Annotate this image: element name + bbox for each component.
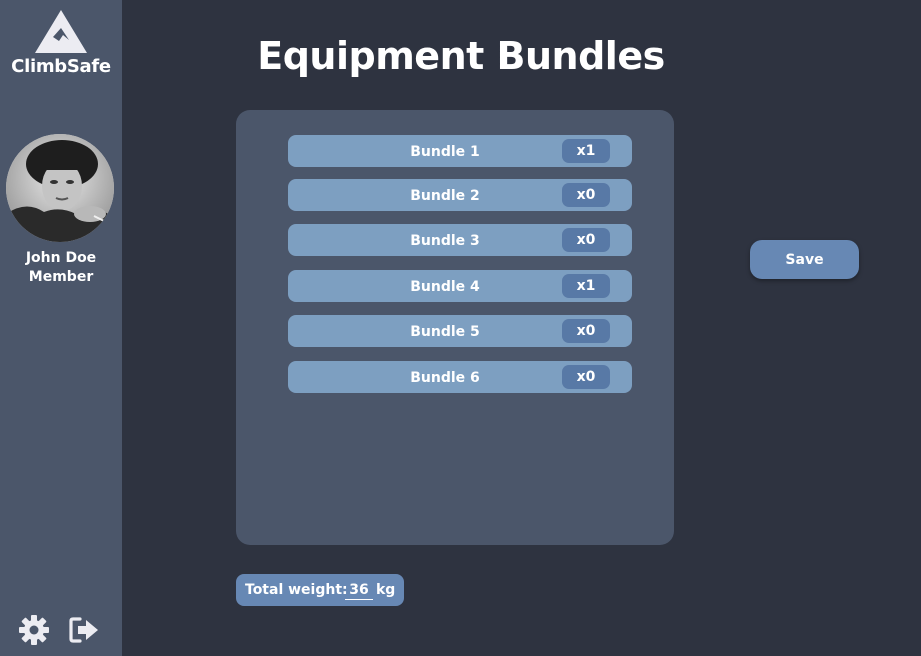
bundle-row[interactable]: Bundle 5 x0: [288, 315, 632, 347]
total-weight-value: 36: [349, 582, 369, 598]
gear-icon: [19, 615, 49, 645]
bundle-row[interactable]: Bundle 4 x1: [288, 270, 632, 302]
bundle-quantity-badge[interactable]: x1: [562, 139, 610, 163]
bundle-quantity-badge[interactable]: x0: [562, 228, 610, 252]
bundle-label: Bundle 3: [410, 233, 480, 249]
avatar: [6, 134, 114, 242]
sign-out-icon: [69, 617, 98, 643]
logo: ClimbSafe: [0, 8, 122, 77]
save-button[interactable]: Save: [750, 240, 859, 279]
total-weight-underline: [345, 599, 373, 600]
total-weight-display: Total weight: 36 kg: [236, 574, 404, 606]
app-window: ClimbSafe John Doe Member Equipment Bund…: [0, 0, 921, 656]
total-weight-label: Total weight:: [245, 582, 348, 598]
logout-button[interactable]: [68, 614, 100, 646]
user-role: Member: [28, 269, 94, 285]
bundle-row[interactable]: Bundle 6 x0: [288, 361, 632, 393]
bundle-label: Bundle 4: [410, 279, 480, 295]
settings-button[interactable]: [18, 614, 50, 646]
bundle-label: Bundle 5: [410, 324, 480, 340]
bundle-quantity-badge[interactable]: x1: [562, 274, 610, 298]
bundle-row[interactable]: Bundle 1 x1: [288, 135, 632, 167]
bundle-label: Bundle 2: [410, 188, 480, 204]
sidebar: ClimbSafe John Doe Member: [0, 0, 122, 656]
total-weight-unit: kg: [376, 582, 396, 598]
bundle-label: Bundle 6: [410, 370, 480, 386]
page-title: Equipment Bundles: [257, 34, 665, 78]
bundle-label: Bundle 1: [410, 144, 480, 160]
user-name: John Doe: [25, 250, 97, 266]
mountain-icon: [35, 10, 87, 53]
bundle-quantity-badge[interactable]: x0: [562, 319, 610, 343]
brand-name: ClimbSafe: [11, 56, 111, 77]
bundle-quantity-badge[interactable]: x0: [562, 365, 610, 389]
bundle-list-panel: Bundle 1 x1 Bundle 2 x0 Bundle 3 x0 Bund…: [236, 110, 674, 545]
bundle-row[interactable]: Bundle 3 x0: [288, 224, 632, 256]
bundle-quantity-badge[interactable]: x0: [562, 183, 610, 207]
bundle-row[interactable]: Bundle 2 x0: [288, 179, 632, 211]
